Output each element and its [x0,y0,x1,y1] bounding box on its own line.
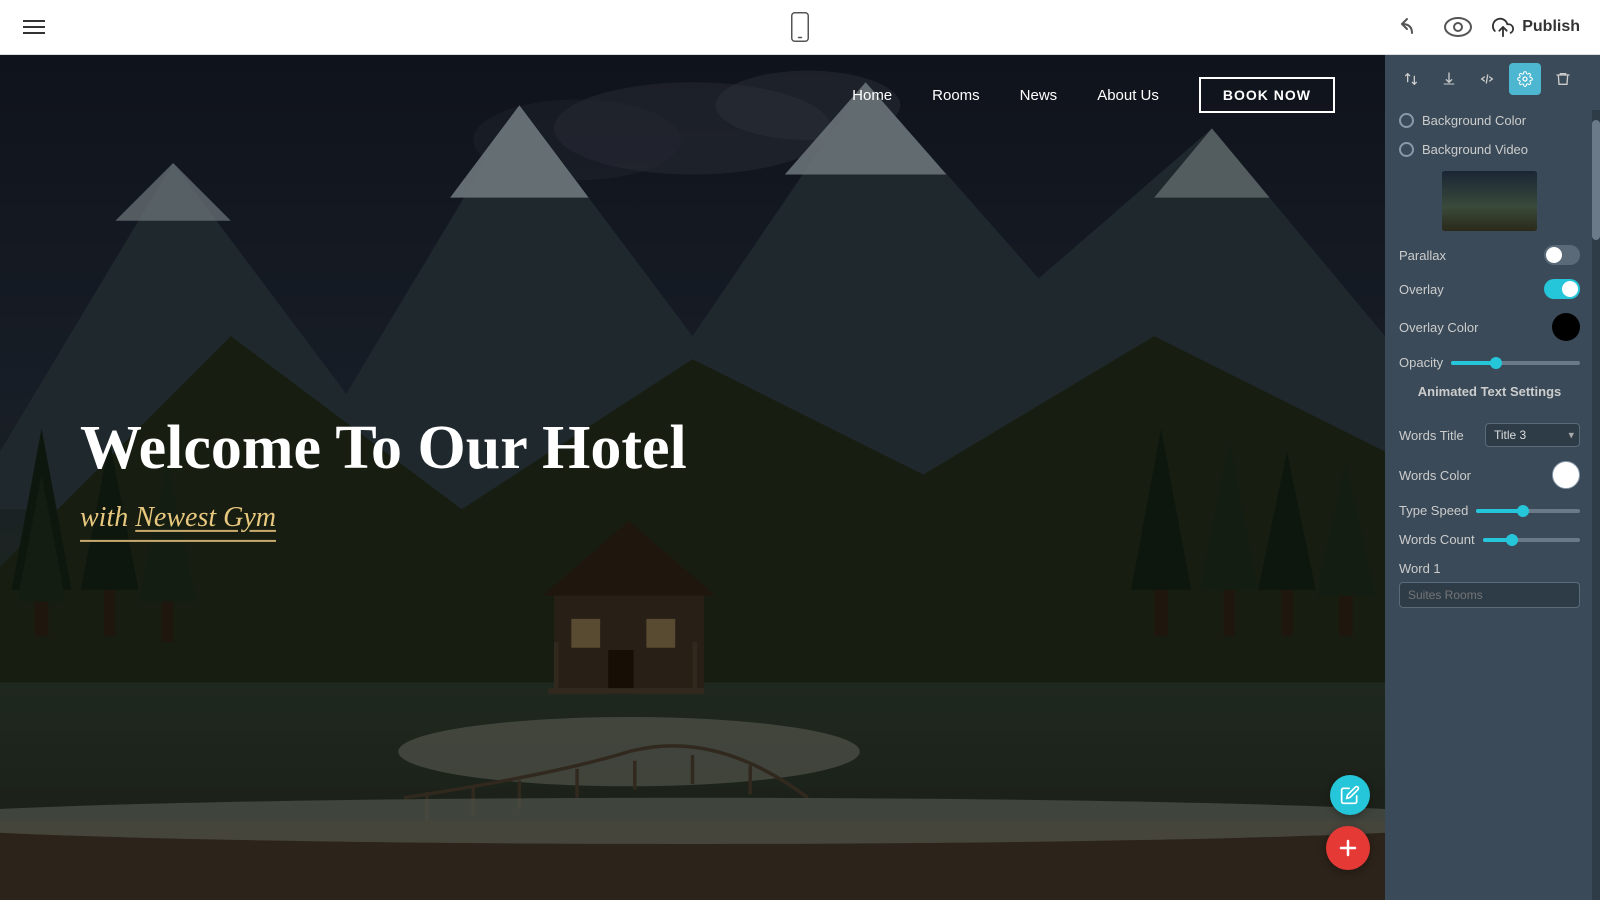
topbar-left [20,13,48,41]
overlay-row: Overlay [1399,279,1580,299]
settings-icon[interactable] [1509,63,1541,95]
opacity-slider[interactable] [1451,361,1580,365]
panel-content: Background Color Background Video [1385,103,1600,900]
bg-color-radio[interactable] [1399,113,1414,128]
nav-rooms[interactable]: Rooms [932,87,980,104]
thumbnail-scene [1442,171,1537,231]
book-now-button[interactable]: BOOK NOW [1199,77,1335,113]
main-area: Home Rooms News About Us BOOK NOW Welcom… [0,55,1600,900]
topbar-right: Publish [1396,13,1580,41]
animated-text-title: Animated Text Settings [1418,384,1562,399]
topbar: Publish [0,0,1600,55]
parallax-toggle[interactable] [1544,245,1580,265]
word1-row: Word 1 [1399,561,1580,608]
hero-subtitle-prefix: with [80,502,135,533]
nav-home[interactable]: Home [852,87,892,104]
type-speed-slider[interactable] [1476,509,1580,513]
trash-icon[interactable] [1547,63,1579,95]
bg-color-row: Background Color [1399,113,1580,128]
publish-button[interactable]: Publish [1492,16,1580,38]
bg-thumbnail [1442,171,1537,231]
words-count-slider[interactable] [1483,538,1580,542]
words-color-row: Words Color [1399,461,1580,489]
words-title-row: Words Title Title 3 Title 1 Title 2 [1399,423,1580,447]
words-title-select[interactable]: Title 3 Title 1 Title 2 [1485,423,1580,447]
panel-scrollbar-thumb[interactable] [1592,120,1600,240]
parallax-row: Parallax [1399,245,1580,265]
hero-subtitle-highlight: Newest Gym [135,502,276,533]
type-speed-label: Type Speed [1399,503,1468,518]
publish-label: Publish [1522,18,1580,36]
words-count-row: Words Count [1399,532,1580,547]
overlay-label: Overlay [1399,282,1444,297]
pencil-icon [1340,785,1360,805]
fab-edit-button[interactable] [1330,775,1370,815]
parallax-toggle-knob [1546,247,1562,263]
overlay-color-row: Overlay Color [1399,313,1580,341]
word1-label: Word 1 [1399,561,1441,576]
sort-icon[interactable] [1395,63,1427,95]
words-title-select-wrapper: Title 3 Title 1 Title 2 [1485,423,1580,447]
bg-color-label: Background Color [1422,113,1526,128]
overlay-color-label: Overlay Color [1399,320,1478,335]
word1-input[interactable] [1399,582,1580,608]
overlay-toggle-knob [1562,281,1578,297]
bg-video-row: Background Video [1399,142,1580,157]
undo-icon[interactable] [1396,13,1424,41]
bg-video-radio[interactable] [1399,142,1414,157]
opacity-label: Opacity [1399,355,1443,370]
words-count-label: Words Count [1399,532,1475,547]
panel-scrollbar-track [1592,110,1600,900]
words-title-label: Words Title [1399,428,1464,443]
fab-add-button[interactable] [1326,826,1370,870]
opacity-row: Opacity [1399,355,1580,370]
canvas-area: Home Rooms News About Us BOOK NOW Welcom… [0,55,1385,900]
topbar-center [786,13,814,41]
nav-about[interactable]: About Us [1097,87,1159,104]
overlay-toggle[interactable] [1544,279,1580,299]
panel-toolbar [1385,55,1600,103]
phone-preview-icon[interactable] [786,13,814,41]
hero-title: Welcome To Our Hotel [80,413,687,481]
code-icon[interactable] [1471,63,1503,95]
overlay-color-swatch[interactable] [1552,313,1580,341]
hamburger-menu-button[interactable] [20,13,48,41]
plus-icon [1336,836,1360,860]
words-color-swatch[interactable] [1552,461,1580,489]
upload-cloud-icon [1492,16,1514,38]
download-icon[interactable] [1433,63,1465,95]
type-speed-row: Type Speed [1399,503,1580,518]
site-nav: Home Rooms News About Us BOOK NOW [0,55,1385,135]
preview-icon[interactable] [1444,13,1472,41]
side-panel: Background Color Background Video [1385,55,1600,900]
bg-video-label: Background Video [1422,142,1528,157]
parallax-label: Parallax [1399,248,1446,263]
hero-text-block: Welcome To Our Hotel with Newest Gym [80,413,687,541]
animated-text-section: Animated Text Settings [1399,384,1580,411]
nav-news[interactable]: News [1020,87,1058,104]
words-color-label: Words Color [1399,468,1471,483]
hero-subtitle: with Newest Gym [80,502,276,542]
